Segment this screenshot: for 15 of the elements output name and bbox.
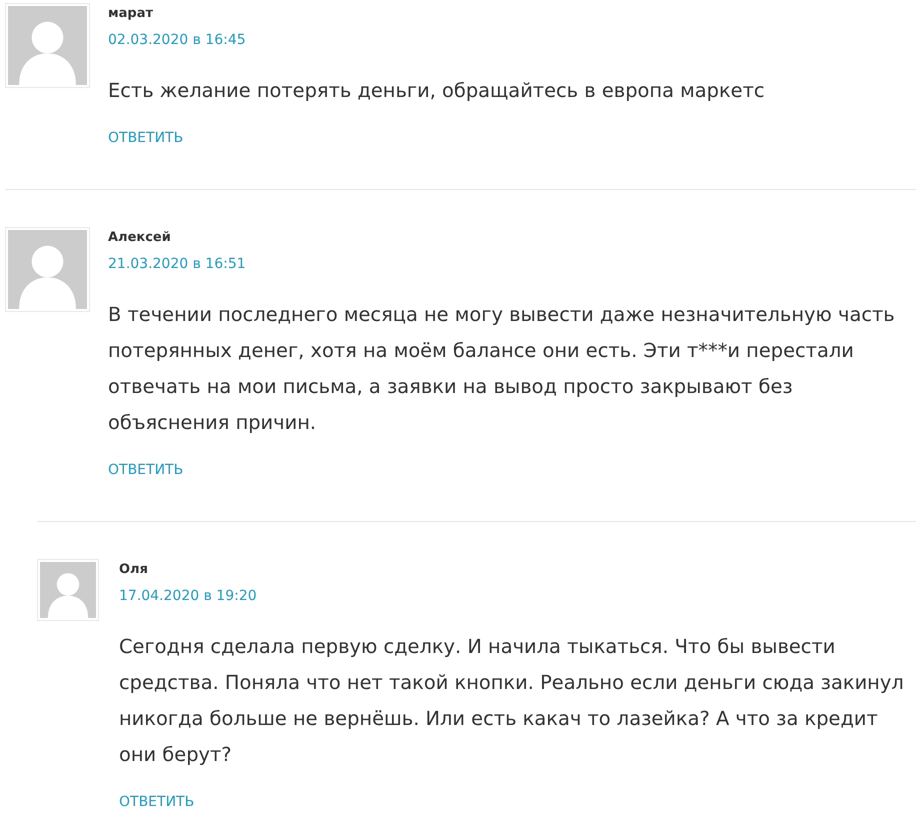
reply-link[interactable]: ОТВЕТИТЬ xyxy=(119,792,194,812)
avatar-icon xyxy=(5,227,90,312)
comment-date-link[interactable]: 02.03.2020 в 16:45 xyxy=(108,30,246,50)
author-name: Алексей xyxy=(108,229,171,247)
comment-text: Сегодня сделала первую сделку. И начила тыкаться. Что бы вывести средства. Поняла что нет такой кнопки. Реально если деньги сюда закинул никогда больше не вернёшь. Или есть какач то лазейка? А что за кредит они берут? xyxy=(119,634,905,768)
avatar-icon xyxy=(37,559,99,621)
author-name: марат xyxy=(108,5,154,23)
reply-link[interactable]: ОТВЕТИТЬ xyxy=(108,128,184,148)
comment-date-link[interactable]: 17.04.2020 в 19:20 xyxy=(119,586,257,606)
author-name: Оля xyxy=(119,561,148,579)
comment-text: Есть желание потерять деньги, обращайтесь в европа маркетс xyxy=(108,78,766,104)
avatar-icon xyxy=(5,3,90,88)
comment-date-link[interactable]: 21.03.2020 в 16:51 xyxy=(108,254,246,274)
reply-link[interactable]: ОТВЕТИТЬ xyxy=(108,460,184,480)
comment-text: В течении последнего месяца не могу вывести даже незначительную часть потерянных денег, хотя на моём балансе они есть. Эти т***и перестали отвечать на мои письма, а заявки на вывод просто закрывают без объяснения причин. xyxy=(108,302,896,436)
